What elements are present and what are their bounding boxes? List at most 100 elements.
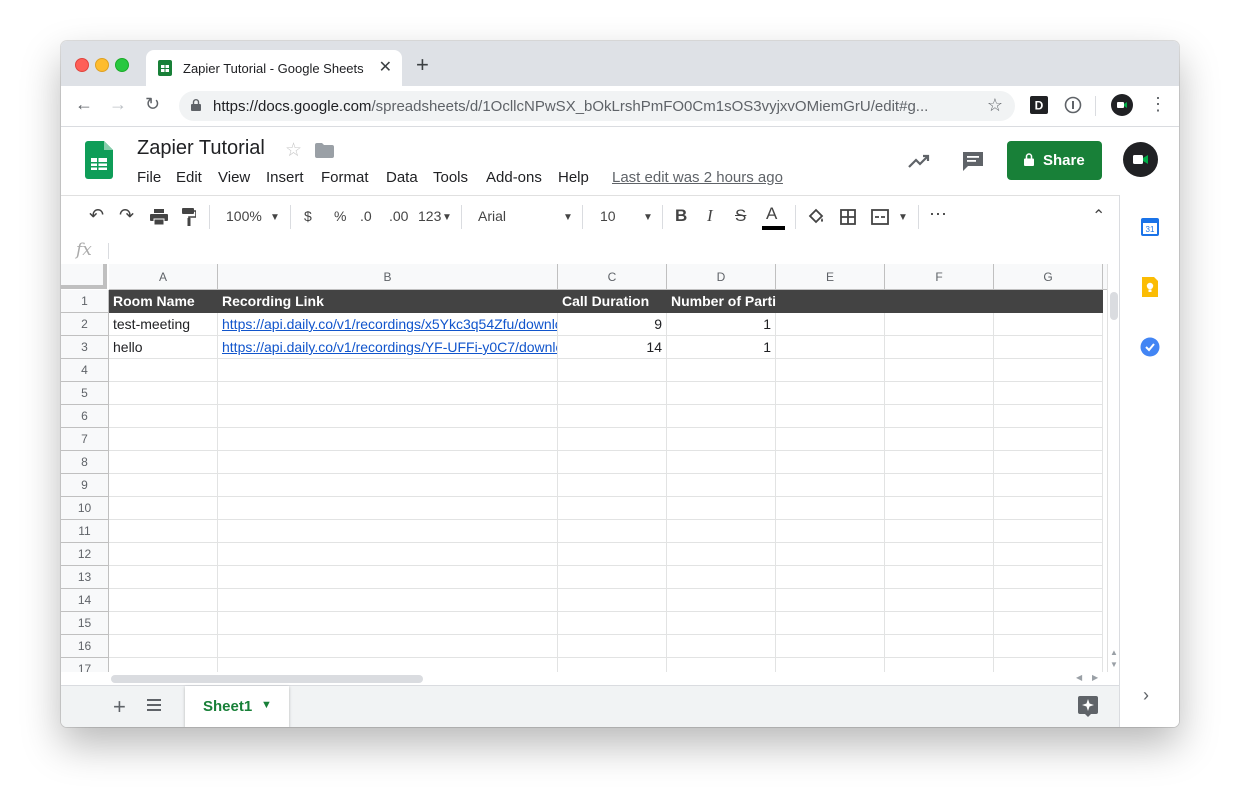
browser-menu-icon[interactable]: ⋮ (1149, 94, 1167, 115)
cell-empty[interactable] (109, 589, 218, 612)
cell-empty[interactable] (885, 336, 994, 359)
cell-recording-link[interactable]: https://api.daily.co/v1/recordings/x5Ykc… (218, 313, 558, 336)
cell-empty[interactable] (994, 566, 1103, 589)
menu-addons[interactable]: Add-ons (486, 169, 542, 186)
cell-room-name[interactable]: hello (109, 336, 218, 359)
calendar-icon[interactable]: 31 (1140, 217, 1160, 237)
scroll-left-icon[interactable]: ◀ (1076, 673, 1082, 682)
maximize-window-button[interactable] (115, 58, 129, 72)
row-header-6[interactable]: 6 (61, 405, 109, 428)
select-all-corner[interactable] (61, 264, 107, 289)
cell-empty[interactable] (994, 451, 1103, 474)
cell-empty[interactable] (558, 405, 667, 428)
cell-empty[interactable] (885, 658, 994, 672)
cell-empty[interactable] (558, 428, 667, 451)
cell-empty[interactable] (776, 520, 885, 543)
cell-empty[interactable] (994, 543, 1103, 566)
extension-info-icon[interactable] (1064, 96, 1082, 114)
more-formats-button[interactable]: 123 (418, 208, 441, 224)
scroll-down-icon[interactable]: ▼ (1110, 660, 1118, 669)
cell-empty[interactable] (109, 405, 218, 428)
explore-icon[interactable] (1077, 695, 1099, 717)
spreadsheet-grid[interactable]: A B C D E F G 1 2 3 4 5 6 7 8 9 10 11 12… (61, 264, 1107, 672)
cell-empty[interactable] (218, 382, 558, 405)
cell-empty[interactable] (885, 589, 994, 612)
cell-empty[interactable] (558, 589, 667, 612)
cell-empty[interactable] (885, 359, 994, 382)
row-header-4[interactable]: 4 (61, 359, 109, 382)
cell-empty[interactable] (885, 405, 994, 428)
cell-empty[interactable] (218, 589, 558, 612)
column-header-e[interactable]: E (776, 264, 885, 290)
cell-empty[interactable] (218, 405, 558, 428)
menu-tools[interactable]: Tools (433, 169, 468, 186)
text-color-button[interactable]: A (766, 204, 777, 224)
cell-empty[interactable] (109, 451, 218, 474)
row-header-16[interactable]: 16 (61, 635, 109, 658)
row-header-3[interactable]: 3 (61, 336, 109, 359)
collapse-icon[interactable]: ⌃ (1092, 206, 1105, 226)
cell-empty[interactable] (109, 497, 218, 520)
close-tab-icon[interactable]: ✕ (379, 57, 392, 77)
row-header-14[interactable]: 14 (61, 589, 109, 612)
new-tab-button[interactable]: + (416, 54, 429, 76)
cell-empty[interactable] (558, 612, 667, 635)
cell-room-name[interactable]: test-meeting (109, 313, 218, 336)
forward-icon[interactable]: → (109, 94, 127, 115)
row-header-10[interactable]: 10 (61, 497, 109, 520)
cell-empty[interactable] (994, 658, 1103, 672)
cell-empty[interactable] (994, 612, 1103, 635)
cell-empty[interactable] (218, 359, 558, 382)
header-cell-recording-link[interactable]: Recording Link (218, 290, 558, 313)
column-header-g[interactable]: G (994, 264, 1103, 290)
cell-empty[interactable] (109, 474, 218, 497)
star-icon[interactable]: ☆ (285, 139, 302, 162)
cell-empty[interactable] (109, 612, 218, 635)
strikethrough-button[interactable]: S (735, 206, 746, 226)
cell-empty[interactable] (558, 451, 667, 474)
keep-icon[interactable] (1140, 277, 1160, 297)
cell-empty[interactable] (558, 520, 667, 543)
cell-empty[interactable] (776, 635, 885, 658)
cell-empty[interactable] (109, 635, 218, 658)
cell-empty[interactable] (667, 612, 776, 635)
cell-empty[interactable] (558, 566, 667, 589)
cell-call-duration[interactable]: 9 (558, 313, 667, 336)
italic-button[interactable]: I (707, 206, 713, 226)
header-cell-room-name[interactable]: Room Name (109, 290, 218, 313)
extension-d-icon[interactable]: D (1030, 96, 1048, 114)
cell-empty[interactable] (218, 566, 558, 589)
all-sheets-icon[interactable] (147, 698, 161, 712)
cell-empty[interactable] (885, 520, 994, 543)
row-header-2[interactable]: 2 (61, 313, 109, 336)
cell-empty[interactable] (885, 497, 994, 520)
share-button[interactable]: Share (1007, 141, 1102, 180)
header-cell-e[interactable] (776, 290, 885, 313)
borders-icon[interactable] (840, 209, 856, 225)
font-select[interactable]: Arial (478, 208, 506, 224)
cell-empty[interactable] (558, 382, 667, 405)
cell-recording-link[interactable]: https://api.daily.co/v1/recordings/YF-UF… (218, 336, 558, 359)
cell-empty[interactable] (885, 635, 994, 658)
fill-color-icon[interactable] (807, 208, 825, 226)
cell-empty[interactable] (109, 658, 218, 672)
cell-empty[interactable] (667, 543, 776, 566)
vertical-scroll-thumb[interactable] (1110, 292, 1118, 320)
cell-empty[interactable] (667, 658, 776, 672)
row-header-11[interactable]: 11 (61, 520, 109, 543)
browser-tab[interactable]: Zapier Tutorial - Google Sheets ✕ (146, 50, 402, 86)
cell-empty[interactable] (885, 543, 994, 566)
merge-icon[interactable] (871, 209, 889, 225)
menu-file[interactable]: File (137, 169, 161, 186)
cell-empty[interactable] (885, 451, 994, 474)
menu-data[interactable]: Data (386, 169, 418, 186)
scroll-up-icon[interactable]: ▲ (1110, 648, 1118, 657)
cell-empty[interactable] (994, 405, 1103, 428)
font-size-select[interactable]: 10 (600, 208, 616, 224)
meet-icon[interactable] (1123, 142, 1158, 177)
cell-participants[interactable]: 1 (667, 313, 776, 336)
cell-empty[interactable] (218, 428, 558, 451)
folder-icon[interactable] (315, 143, 334, 158)
increase-decimal-button[interactable]: .00 (389, 208, 408, 224)
cell-empty[interactable] (218, 520, 558, 543)
